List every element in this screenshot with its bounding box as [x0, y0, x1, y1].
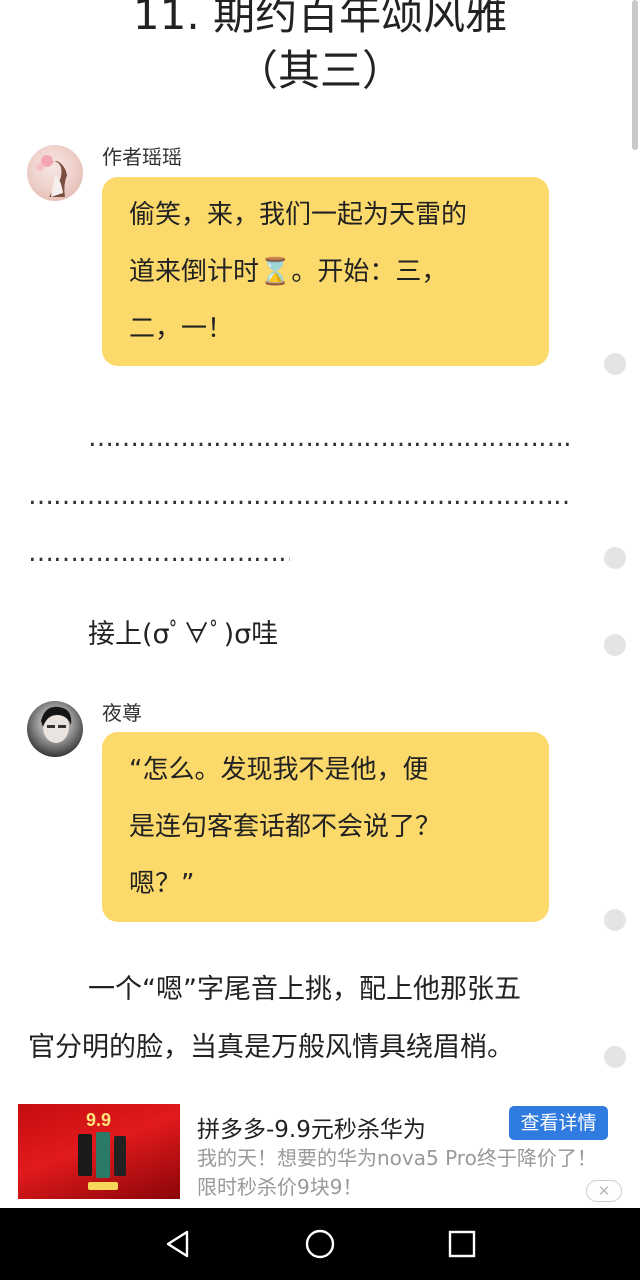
ad-description[interactable]: 我的天！想要的华为nova5 Pro终于降价了！限时秒杀价9块9！ — [197, 1144, 615, 1202]
ellipsis-line: ………………………………………………………… — [28, 483, 573, 509]
ad-close-icon[interactable]: ✕ — [586, 1180, 622, 1202]
ad-title[interactable]: 拼多多-9.9元秒杀华为 — [197, 1110, 426, 1144]
scrollbar[interactable] — [632, 0, 638, 150]
reply-text: 接上(σﾟ∀ﾟ)σ哇 — [88, 619, 279, 650]
avatar-illustration-icon — [36, 155, 67, 197]
character-avatar[interactable] — [27, 701, 83, 757]
ellipsis-line: …………………………………………………… — [88, 425, 573, 451]
message-bubble: “怎么。发现我不是他，便 是连句客套话都不会说了？ 嗯？” — [102, 732, 549, 922]
message-author: 作者瑶瑶 — [102, 145, 182, 169]
ad-thumb-price: 9.9 — [86, 1110, 111, 1130]
message-line: 偷笑，来，我们一起为天雷的 — [129, 200, 468, 230]
ad-thumbnail[interactable]: 9.9 — [18, 1104, 180, 1199]
author-avatar[interactable] — [27, 145, 83, 201]
comment-dot-icon[interactable] — [604, 909, 626, 931]
comment-dot-icon[interactable] — [604, 1046, 626, 1068]
comment-dot-icon[interactable] — [604, 353, 626, 375]
home-circle-icon[interactable] — [304, 1228, 336, 1260]
message-line: “怎么。发现我不是他，便 — [129, 755, 429, 785]
recent-square-icon[interactable] — [446, 1228, 478, 1260]
narrative-line: 官分明的脸，当真是万般风情具绕眉梢。 — [28, 1032, 514, 1063]
ad-details-button[interactable]: 查看详情 — [509, 1106, 608, 1140]
message-author: 夜尊 — [102, 701, 142, 725]
message-line: 道来倒计时⌛。开始：三， — [129, 257, 448, 287]
system-nav-bar — [0, 1208, 640, 1280]
ellipsis-line: …………………………… — [28, 540, 290, 566]
message-line: 二，一！ — [129, 314, 234, 344]
comment-dot-icon[interactable] — [604, 634, 626, 656]
message-line: 嗯？” — [129, 869, 195, 899]
chapter-subtitle: （其三） — [235, 46, 404, 95]
back-triangle-icon[interactable] — [162, 1228, 194, 1260]
narrative-line: 一个“嗯”字尾音上挑，配上他那张五 — [88, 974, 521, 1005]
chapter-title: 11. 期约百年颂风雅 — [132, 0, 508, 39]
avatar-portrait-icon — [41, 706, 72, 743]
phone-promo-icon: 9.9 — [78, 1110, 126, 1190]
message-bubble: 偷笑，来，我们一起为天雷的 道来倒计时⌛。开始：三， 二，一！ — [102, 177, 549, 366]
message-line: 是连句客套话都不会说了？ — [129, 812, 442, 842]
ad-banner[interactable]: 9.9 拼多多-9.9元秒杀华为 我的天！想要的华为nova5 Pro终于降价了… — [0, 1096, 640, 1208]
comment-dot-icon[interactable] — [604, 547, 626, 569]
